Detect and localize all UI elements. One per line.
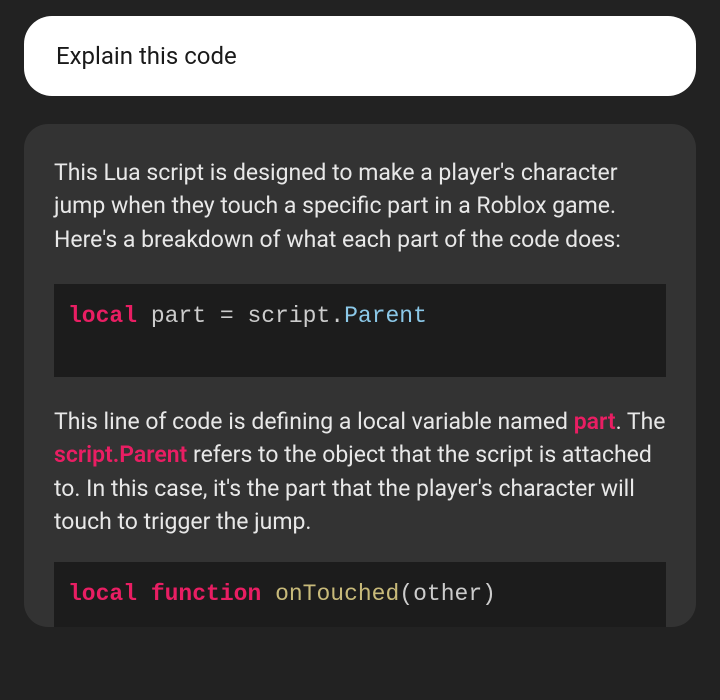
explanation-part1: This line of code is defining a local va… <box>54 408 574 435</box>
code-space-2 <box>261 581 275 607</box>
code-paren-open: ( <box>399 581 413 607</box>
inline-code-part: part <box>574 408 616 435</box>
code-block-2: local function onTouched(other) <box>54 562 666 627</box>
code-property: Parent <box>344 303 427 329</box>
code-space <box>137 581 151 607</box>
code-object: script <box>247 303 330 329</box>
inline-code-scriptparent: script.Parent <box>54 441 187 468</box>
user-message-text: Explain this code <box>56 42 664 70</box>
code-keyword-function: function <box>151 581 261 607</box>
code-function-name: onTouched <box>275 581 399 607</box>
code-keyword-local: local <box>68 303 137 329</box>
assistant-message-bubble: This Lua script is designed to make a pl… <box>24 124 696 627</box>
code-parameter: other <box>413 581 482 607</box>
code-operator: = <box>220 303 248 329</box>
assistant-intro-text: This Lua script is designed to make a pl… <box>54 156 666 256</box>
explanation-part2: . The <box>616 408 666 435</box>
code-variable: part <box>137 303 220 329</box>
user-message-bubble: Explain this code <box>24 16 696 96</box>
code-block-1: local part = script.Parent <box>54 284 666 377</box>
explanation-1: This line of code is defining a local va… <box>54 405 666 538</box>
code-dot: . <box>330 303 344 329</box>
code-paren-close: ) <box>482 581 496 607</box>
code-keyword-local-2: local <box>68 581 137 607</box>
